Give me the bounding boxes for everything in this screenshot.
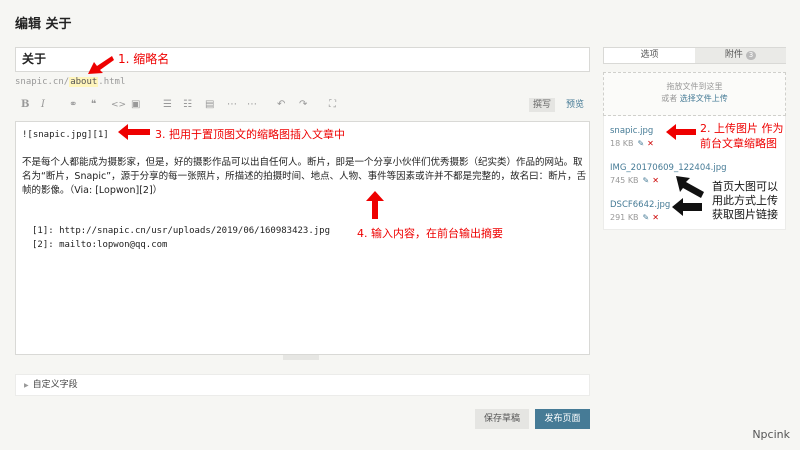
pencil-icon[interactable]: ✎ [643,176,650,185]
slug-suffix: .html [98,77,126,87]
attachment-size: 745 KB [610,176,639,185]
arrow-left-icon [118,124,150,140]
editor-paragraph-3: 帧的影像。（Via: [Lopwon][2]） [22,185,163,196]
delete-icon[interactable]: ✕ [647,139,654,148]
pencil-icon[interactable]: ✎ [637,139,644,148]
quote-button[interactable]: ❝ [91,98,96,112]
editor-toolbar: B I ⚭ ❝ <> ▣ ☰ ☷ ▤ ⋯ ⋯ ↶ ↷ ⛶ 撰写 预览 [15,98,590,114]
annotation-homepage-image: 首页大图可以 用此方式上传 获取图片链接 [712,180,778,222]
attachment-size: 291 KB [610,213,639,222]
tab-attachments-label: 附件 [724,50,743,60]
sidebar-tabs: 选项 附件 3 [603,47,786,64]
delete-icon[interactable]: ✕ [652,176,659,185]
tab-preview[interactable]: 预览 [562,98,588,112]
pencil-icon[interactable]: ✎ [643,213,650,222]
ordered-list-button[interactable]: ☰ [163,98,172,112]
attachments-count-badge: 3 [745,51,757,60]
caret-right-icon: ▶ [24,382,29,389]
custom-fields-toggle[interactable]: ▶ 自定义字段 [15,374,590,396]
delete-icon[interactable]: ✕ [652,213,659,222]
annotation-upload-line-1: 2. 上传图片 作为 [700,122,784,135]
arrow-up-left-icon [676,176,704,198]
content-editor[interactable]: ![snapic.jpg][1] 不是每个人都能成为摄影家，但是，好的摄影作品可… [15,121,590,355]
annotation-homepage-line-3: 获取图片链接 [712,208,778,221]
tab-options[interactable]: 选项 [604,48,695,63]
watermark: Npcink [752,428,790,441]
attachment-size: 18 KB [610,139,634,148]
attachment-item: snapic.jpg 18 KB ✎ ✕ [610,126,654,148]
slug-row: snapic.cn/about.html [15,77,125,87]
annotation-upload-thumbnail: 2. 上传图片 作为 前台文章缩略图 [700,121,784,151]
annotation-homepage-line-1: 首页大图可以 [712,180,778,193]
annotation-homepage-line-2: 用此方式上传 [712,194,778,207]
page-title: 编辑 关于 [15,17,72,32]
more-button[interactable]: ⋯ [247,98,257,112]
unordered-list-button[interactable]: ☷ [183,98,192,112]
italic-button[interactable]: I [41,98,45,112]
save-draft-button[interactable]: 保存草稿 [475,409,529,429]
attachment-name[interactable]: DSCF6642.jpg [610,200,670,210]
arrow-left-icon [672,198,702,216]
editor-resize-handle[interactable] [283,355,319,360]
attachment-name[interactable]: IMG_20170609_122404.jpg [610,163,727,173]
publish-button[interactable]: 发布页面 [535,409,590,429]
arrow-left-icon [666,124,696,140]
tab-write[interactable]: 撰写 [529,98,556,112]
tab-attachments[interactable]: 附件 3 [695,48,786,63]
annotation-slug: 1. 缩略名 [118,52,170,66]
image-button[interactable]: ▣ [131,98,140,112]
annotation-upload-line-2: 前台文章缩略图 [700,137,777,150]
upload-hint: 拖放文件到这里 [666,82,723,91]
custom-fields-label: 自定义字段 [32,380,78,390]
annotation-summary: 4. 输入内容，在前台输出摘要 [357,227,503,240]
arrow-icon [88,56,114,74]
link-button[interactable]: ⚭ [69,98,77,112]
heading-button[interactable]: ▤ [205,98,214,112]
editor-paragraph-2: 名为“断片，Snapic”，源于分享的每一张照片，所描述的拍摄时间、地点、人物、… [22,171,587,182]
attachment-item: DSCF6642.jpg 291 KB ✎ ✕ [610,200,670,222]
editor-paragraph-1: 不是每个人都能成为摄影家，但是，好的摄影作品可以出自任何人。断片，即是一个分享小… [22,157,583,168]
fullscreen-button[interactable]: ⛶ [329,98,336,112]
undo-button[interactable]: ↶ [277,98,285,112]
code-button[interactable]: <> [111,98,126,112]
upload-drop-zone[interactable]: 拖放文件到这里 或者 选择文件上传 [603,72,786,116]
upload-or: 或者 [661,94,678,103]
arrow-up-icon [366,191,384,219]
redo-button[interactable]: ↷ [299,98,307,112]
horizontal-rule-button[interactable]: ⋯ [227,98,237,112]
bold-button[interactable]: B [21,98,29,112]
attachment-name[interactable]: snapic.jpg [610,126,654,136]
upload-select-link[interactable]: 选择文件上传 [680,94,728,103]
slug-prefix: snapic.cn/ [15,77,70,87]
slug-input[interactable]: about [69,77,99,87]
annotation-insert-thumbnail: 3. 把用于置顶图文的缩略图插入文章中 [155,128,345,141]
attachment-item: IMG_20170609_122404.jpg 745 KB ✎ ✕ [610,163,727,185]
